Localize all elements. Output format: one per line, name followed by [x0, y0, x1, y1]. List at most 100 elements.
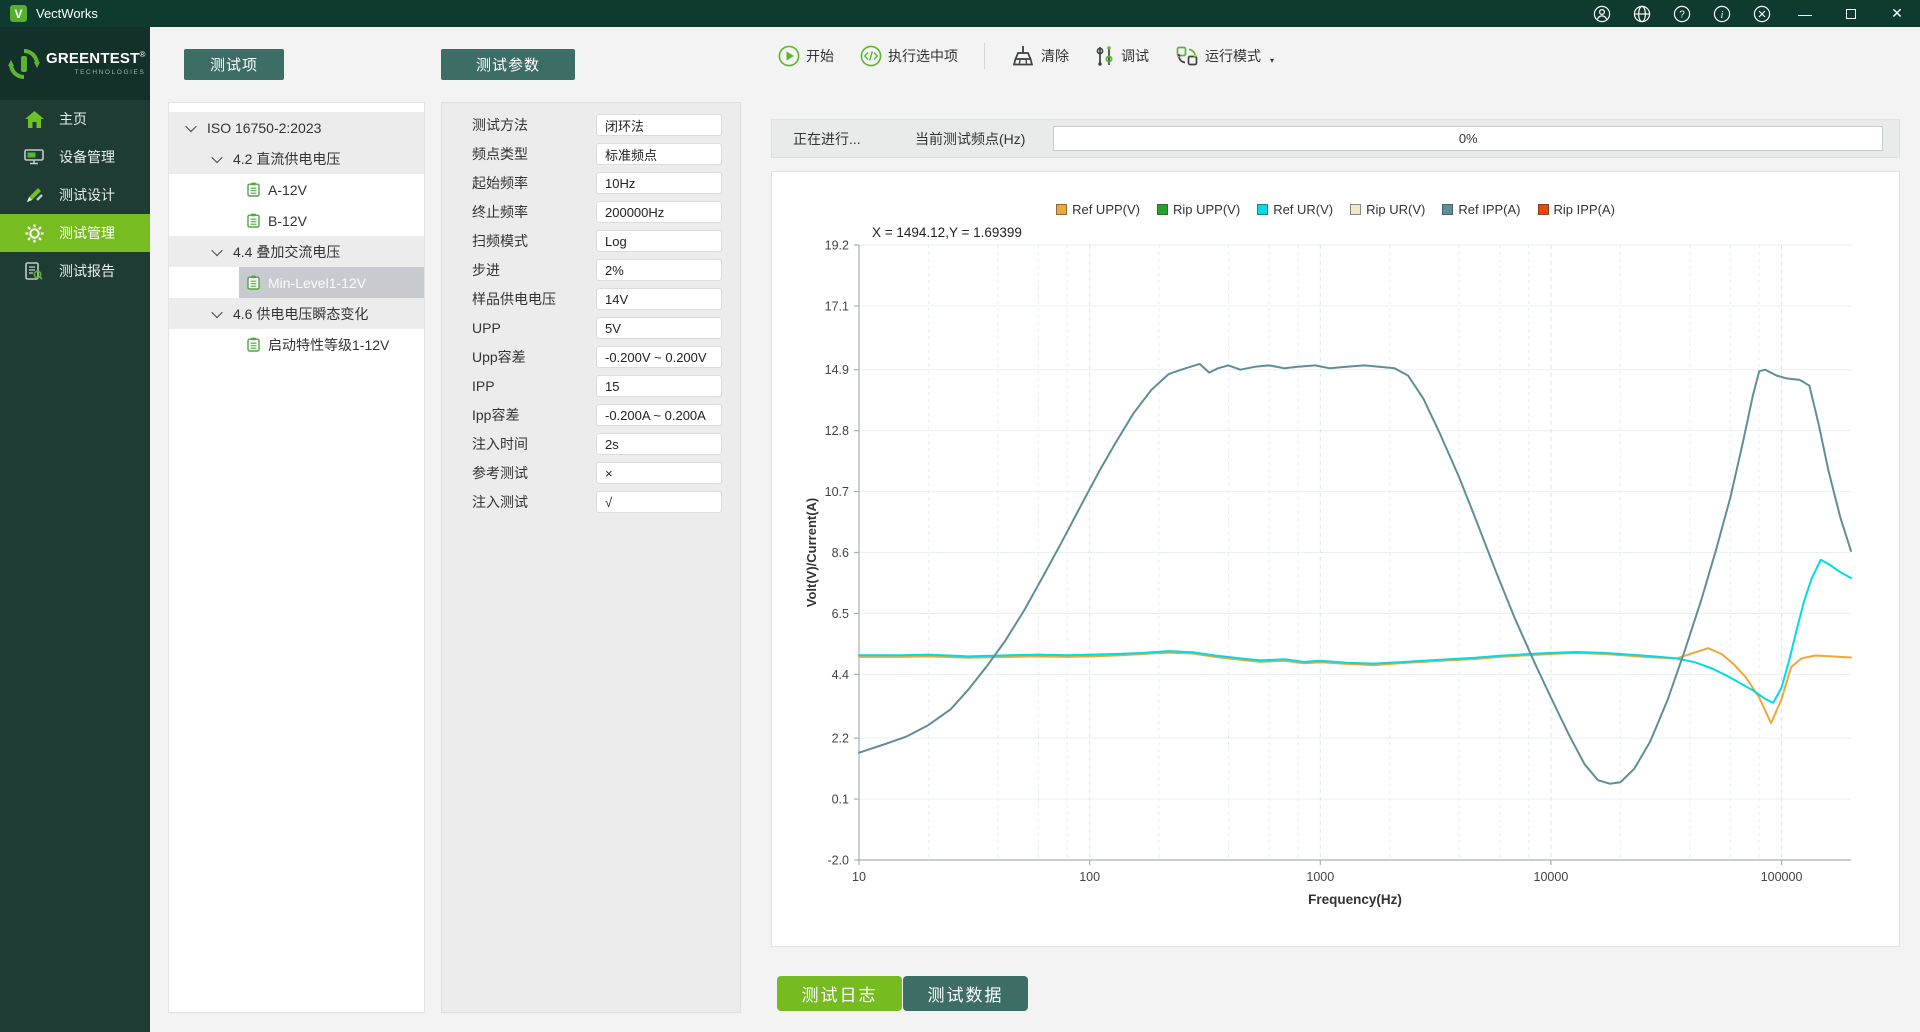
param-label: Ipp容差	[472, 405, 519, 425]
param-input[interactable]: 200000Hz	[596, 201, 722, 223]
chevron-down-icon[interactable]	[211, 306, 222, 317]
sidebar-item-test-management[interactable]: 测试管理	[0, 214, 150, 252]
param-input[interactable]: 闭环法	[596, 114, 722, 136]
logout-icon[interactable]	[1742, 0, 1782, 27]
brand-logo: GREENTEST® TECHNOLOGIES	[0, 27, 150, 100]
param-label: IPP	[472, 378, 495, 394]
param-label: 测试方法	[472, 115, 528, 135]
sidebar-item-devices[interactable]: 设备管理	[0, 138, 150, 176]
maximize-button[interactable]	[1828, 0, 1874, 27]
param-row: UPP 5V	[442, 317, 740, 339]
design-icon	[24, 185, 44, 205]
legend-swatch	[1257, 204, 1268, 215]
svg-text:Frequency(Hz): Frequency(Hz)	[1308, 892, 1402, 907]
brand-registered: ®	[139, 50, 145, 59]
clear-button[interactable]: 清除	[1011, 45, 1069, 67]
tree-row[interactable]: B-12V	[169, 205, 424, 236]
svg-text:4.4: 4.4	[832, 668, 849, 682]
minimize-button[interactable]: —	[1782, 0, 1828, 27]
param-input[interactable]: -0.200A ~ 0.200A	[596, 404, 722, 426]
start-button[interactable]: 开始	[778, 45, 834, 67]
chevron-down-icon[interactable]	[211, 151, 222, 162]
tree-row[interactable]: ISO 16750-2:2023	[169, 112, 424, 143]
svg-text:8.6: 8.6	[832, 546, 849, 560]
start-label: 开始	[806, 46, 834, 66]
sidebar-item-test-design[interactable]: 测试设计	[0, 176, 150, 214]
tree-row[interactable]: 4.2 直流供电电压	[169, 143, 424, 174]
param-input[interactable]: Log	[596, 230, 722, 252]
tree-node-label: B-12V	[268, 213, 307, 229]
titlebar: V VectWorks ? i — ✕	[0, 0, 1920, 27]
legend-item[interactable]: Ref UR(V)	[1257, 202, 1333, 217]
chart-legend: Ref UPP(V) Rip UPP(V) Ref UR(V) Rip UR(V) Re…	[772, 202, 1899, 217]
legend-item[interactable]: Ref UPP(V)	[1056, 202, 1140, 217]
tree-row[interactable]: 4.4 叠加交流电压	[169, 236, 424, 267]
svg-text:10000: 10000	[1534, 870, 1569, 884]
run-mode-button[interactable]: 运行模式 ▾	[1175, 45, 1274, 67]
test-params-header[interactable]: 测试参数	[441, 49, 575, 80]
legend-swatch	[1056, 204, 1067, 215]
svg-text:6.5: 6.5	[832, 607, 849, 621]
test-data-button[interactable]: 测试数据	[903, 976, 1028, 1011]
svg-text:2.2: 2.2	[832, 732, 849, 746]
test-log-button[interactable]: 测试日志	[777, 976, 902, 1011]
param-input[interactable]: 2%	[596, 259, 722, 281]
language-icon[interactable]	[1622, 0, 1662, 27]
progress-bar: 0%	[1053, 126, 1883, 151]
svg-text:1000: 1000	[1306, 870, 1334, 884]
info-icon[interactable]: i	[1702, 0, 1742, 27]
series-ref-ipp-a-	[859, 364, 1851, 784]
run-selected-button[interactable]: 执行选中项	[860, 45, 958, 67]
progress-percent: 0%	[1459, 131, 1478, 146]
window-title: VectWorks	[36, 6, 98, 21]
legend-label: Rip UPP(V)	[1173, 202, 1240, 217]
param-label: UPP	[472, 320, 501, 336]
legend-item[interactable]: Ref IPP(A)	[1442, 202, 1520, 217]
tree-row[interactable]: A-12V	[169, 174, 424, 205]
tree-row[interactable]: 启动特性等级1-12V	[169, 329, 424, 360]
param-row: 扫频模式Log	[442, 230, 740, 252]
sidebar-item-test-report[interactable]: 测试报告	[0, 252, 150, 290]
svg-text:10.7: 10.7	[825, 485, 849, 499]
app-window: V VectWorks ? i — ✕	[0, 0, 1920, 1032]
legend-item[interactable]: Rip UPP(V)	[1157, 202, 1240, 217]
svg-text:12.8: 12.8	[825, 424, 849, 438]
param-row: 起始频率 10Hz	[442, 172, 740, 194]
test-items-header[interactable]: 测试项	[184, 49, 284, 80]
debug-button[interactable]: 调试	[1095, 45, 1149, 67]
legend-label: Ref UPP(V)	[1072, 202, 1140, 217]
param-input[interactable]: -0.200V ~ 0.200V	[596, 346, 722, 368]
param-input[interactable]: 15	[596, 375, 722, 397]
param-input[interactable]: ×	[596, 462, 722, 484]
param-label: 步进	[472, 260, 500, 280]
help-icon[interactable]: ?	[1662, 0, 1702, 27]
legend-item[interactable]: Rip UR(V)	[1350, 202, 1425, 217]
tree-row[interactable]: 4.6 供电电压瞬态变化	[169, 298, 424, 329]
legend-item[interactable]: Rip IPP(A)	[1538, 202, 1615, 217]
test-item-icon	[247, 337, 260, 352]
sidebar: GREENTEST® TECHNOLOGIES 主页 设备管理 测试设计	[0, 27, 150, 1032]
param-row: Upp容差-0.200V ~ 0.200V	[442, 346, 740, 368]
param-input[interactable]: √	[596, 491, 722, 513]
sidebar-item-home[interactable]: 主页	[0, 100, 150, 138]
param-input[interactable]: 标准频点	[596, 143, 722, 165]
param-label: 样品供电电压	[472, 289, 556, 309]
param-input[interactable]: 10Hz	[596, 172, 722, 194]
chevron-down-icon[interactable]	[185, 120, 196, 131]
svg-text:100000: 100000	[1761, 870, 1803, 884]
param-input[interactable]: 2s	[596, 433, 722, 455]
debug-label: 调试	[1121, 46, 1149, 66]
test-item-icon	[247, 275, 260, 290]
legend-label: Rip UR(V)	[1366, 202, 1425, 217]
sidebar-item-label: 测试报告	[59, 261, 115, 281]
run-mode-label: 运行模式	[1205, 46, 1261, 66]
param-label: 起始频率	[472, 173, 528, 193]
tree-node-label: 启动特性等级1-12V	[268, 335, 389, 355]
user-icon[interactable]	[1582, 0, 1622, 27]
param-input[interactable]: 14V	[596, 288, 722, 310]
param-input[interactable]: 5V	[596, 317, 722, 339]
tree-node-label: 4.4 叠加交流电压	[233, 242, 340, 262]
chevron-down-icon[interactable]	[211, 244, 222, 255]
close-button[interactable]: ✕	[1874, 0, 1920, 27]
tree-row[interactable]: Min-Level1-12V	[169, 267, 424, 298]
